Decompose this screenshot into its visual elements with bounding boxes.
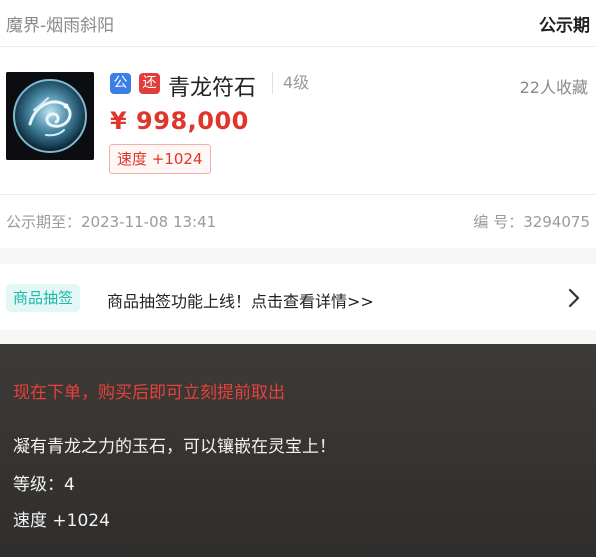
item-name: 青龙符石: [168, 76, 257, 101]
server-name: 魔界-烟雨斜阳: [6, 16, 115, 36]
level-line: 等级：4: [13, 475, 75, 495]
item-image[interactable]: [6, 72, 94, 160]
chevron-right-icon[interactable]: [562, 286, 586, 310]
period-until: 公示期至：2023-11-08 13:41: [6, 213, 217, 231]
favorites-count[interactable]: 22人收藏: [520, 74, 588, 98]
promo-text[interactable]: 商品抽签功能上线！点击查看详情>>: [107, 288, 374, 312]
divider: [0, 194, 596, 195]
item-price: ¥ 998,000: [110, 107, 249, 135]
item-level: 4级: [272, 72, 309, 94]
header: 魔界-烟雨斜阳 公示期: [0, 0, 596, 47]
public-tag: 公: [110, 73, 131, 94]
return-tag: 还: [139, 73, 160, 94]
item-description-panel: 现在下单，购买后即可立刻提前取出 凝有青龙之力的玉石，可以镶嵌在灵宝上！ 等级：…: [0, 344, 596, 557]
warning-text: 现在下单，购买后即可立刻提前取出: [13, 383, 285, 403]
promo-badge: 商品抽签: [6, 284, 81, 312]
serial-number: 编 号：3294075: [473, 213, 590, 231]
speed-line: 速度 +1024: [13, 511, 110, 531]
lottery-promo-banner[interactable]: 商品抽签 商品抽签功能上线！点击查看详情>>: [0, 264, 596, 330]
attribute-tag: 速度 +1024: [109, 144, 211, 174]
description-line: 凝有青龙之力的玉石，可以镶嵌在灵宝上！: [13, 437, 336, 457]
status-label: 公示期: [539, 16, 590, 36]
item-card: 魔界-烟雨斜阳 公示期 公 还 青龙符石 4级 22人收藏 ¥ 998,000 …: [0, 0, 596, 248]
dragon-stone-icon: [6, 72, 94, 160]
